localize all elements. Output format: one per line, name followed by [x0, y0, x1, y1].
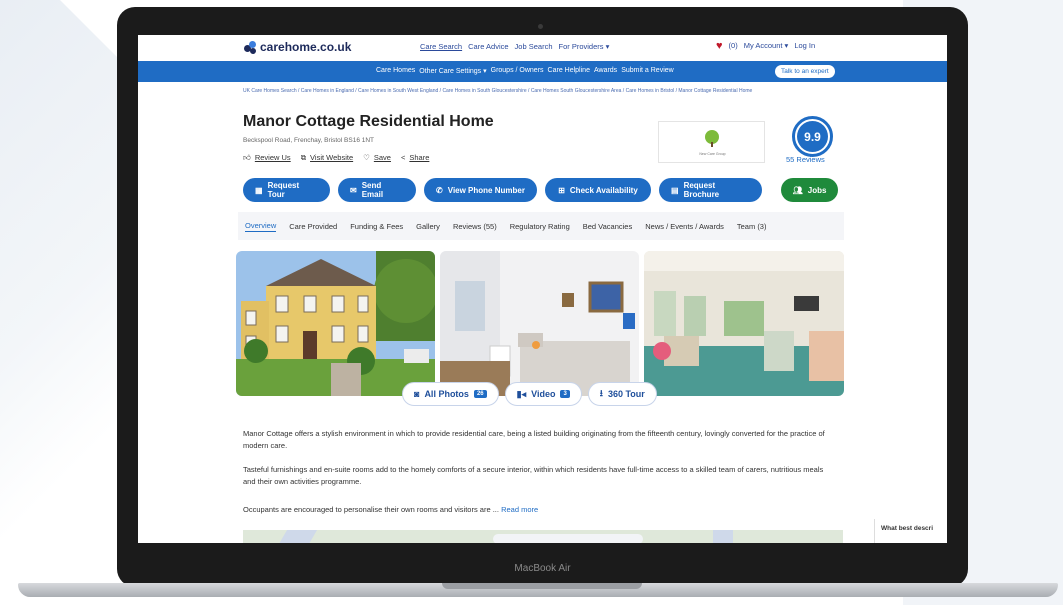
action-buttons: ▦ Request Tour ✉ Send Email ✆ View Phone Nu…	[243, 178, 838, 202]
send-email-button[interactable]: ✉ Send Email	[338, 178, 416, 202]
bedroom-photo[interactable]	[440, 251, 639, 396]
top-nav: Care Search Care Advice Job Search For P…	[420, 42, 609, 51]
video-count: 3	[560, 390, 570, 398]
heart-icon[interactable]: ♥	[716, 40, 723, 51]
heart-outline-icon: ♡	[363, 153, 370, 162]
survey-prompt[interactable]: What best descri	[874, 519, 947, 543]
nav-other-care-settings[interactable]: Other Care Settings ▾	[419, 67, 486, 75]
tab-regulatory-rating[interactable]: Regulatory Rating	[510, 222, 570, 231]
location-map[interactable]	[243, 530, 843, 543]
login-link[interactable]: Log In	[794, 41, 815, 50]
share-icon: <	[400, 153, 406, 162]
check-availability-button[interactable]: ⊞ Check Availability	[545, 178, 651, 202]
tab-overview[interactable]: Overview	[245, 221, 277, 232]
top-right-nav: ♥ (0) My Account ▾ Log In	[716, 40, 815, 51]
site-logo[interactable]: carehome.co.uk	[244, 40, 351, 54]
users-icon: 👥︎	[792, 185, 803, 195]
description-paragraph: Manor Cottage offers a stylish environme…	[243, 429, 825, 450]
all-photos-button[interactable]: ◙ All Photos 26	[402, 382, 499, 406]
laptop-notch	[442, 583, 642, 589]
logo-icon	[244, 40, 257, 54]
email-icon: ✉	[350, 185, 357, 195]
tour-icon: ⭳	[599, 388, 603, 398]
home-actions: 👍︎ Review Us ⧉ Visit Website ♡ Save < Share	[243, 153, 429, 163]
tab-gallery[interactable]: Gallery	[416, 222, 440, 231]
jobs-button[interactable]: 👥︎ Jobs	[781, 178, 838, 202]
tab-bed-vacancies[interactable]: Bed Vacancies	[583, 222, 632, 231]
tab-funding-fees[interactable]: Funding & Fees	[350, 222, 403, 231]
breadcrumb[interactable]: UK Care Homes Search / Care Homes in Eng…	[243, 87, 843, 95]
nav-care-advice[interactable]: Care Advice	[468, 42, 508, 51]
rating-badge: 9.9	[792, 116, 833, 157]
tab-care-provided[interactable]: Care Provided	[289, 222, 337, 231]
profile-tabs: Overview Care Provided Funding & Fees Ga…	[238, 212, 844, 240]
360-tour-button[interactable]: ⭳ 360 Tour	[587, 382, 657, 406]
review-us-action[interactable]: 👍︎ Review Us	[243, 153, 291, 163]
photos-count: 26	[473, 390, 487, 398]
request-brochure-button[interactable]: ▤ Request Brochure	[659, 178, 762, 202]
laptop-label: MacBook Air	[514, 563, 571, 574]
rating-score: 9.9	[797, 121, 828, 152]
exterior-photo[interactable]	[236, 251, 435, 396]
tab-reviews[interactable]: Reviews (55)	[453, 222, 497, 231]
logo-text: carehome.co.uk	[260, 40, 352, 54]
webcam	[538, 24, 543, 29]
media-buttons: ◙ All Photos 26 ▮◂ Video 3 ⭳ 360 Tour	[402, 382, 657, 406]
group-logo-text: New Care Group	[699, 152, 726, 156]
nav-submit-review[interactable]: Submit a Review	[621, 67, 674, 75]
lounge-photo[interactable]	[644, 251, 844, 396]
laptop-screen: carehome.co.uk Care Search Care Advice J…	[138, 35, 947, 543]
site-header: carehome.co.uk Care Search Care Advice J…	[138, 35, 947, 61]
video-button[interactable]: ▮◂ Video 3	[504, 382, 582, 406]
nav-awards[interactable]: Awards	[594, 67, 617, 75]
home-address: Beckspool Road, Frenchay, Bristol BS16 1…	[243, 137, 375, 144]
video-icon: ▮◂	[516, 388, 527, 399]
camera-icon: ◙	[414, 389, 420, 399]
request-tour-button[interactable]: ▦ Request Tour	[243, 178, 330, 202]
nav-groups-owners[interactable]: Groups / Owners	[491, 67, 544, 75]
tab-team[interactable]: Team (3)	[737, 222, 767, 231]
page-title: Manor Cottage Residential Home	[243, 113, 494, 130]
nav-care-search[interactable]: Care Search	[420, 42, 462, 51]
talk-to-expert-button[interactable]: Talk to an expert	[775, 65, 835, 78]
visit-website-action[interactable]: ⧉ Visit Website	[301, 153, 353, 163]
nav-job-search[interactable]: Job Search	[515, 42, 553, 51]
nav-care-homes[interactable]: Care Homes	[376, 67, 415, 75]
save-action[interactable]: ♡ Save	[363, 153, 391, 163]
nav-care-helpline[interactable]: Care Helpline	[548, 67, 590, 75]
thumbs-up-icon: 👍︎	[243, 153, 251, 162]
share-action[interactable]: < Share	[401, 153, 429, 163]
description-paragraph: Occupants are encouraged to personalise …	[243, 505, 539, 514]
my-account-menu[interactable]: My Account ▾	[744, 41, 789, 50]
reviews-count-link[interactable]: 55 Reviews	[786, 155, 825, 164]
external-link-icon: ⧉	[300, 153, 307, 162]
main-nav-bar: Care Homes Other Care Settings ▾ Groups …	[138, 61, 947, 82]
group-logo[interactable]: New Care Group	[658, 121, 765, 163]
main-nav: Care Homes Other Care Settings ▾ Groups …	[376, 67, 674, 75]
brochure-icon: ▤	[671, 185, 679, 195]
read-more-link[interactable]: Read more	[501, 505, 538, 514]
photo-gallery	[236, 251, 844, 396]
tab-news-events-awards[interactable]: News / Events / Awards	[645, 222, 724, 231]
calendar-icon: ▦	[255, 185, 263, 195]
bed-icon: ⊞	[558, 185, 565, 195]
view-phone-number-button[interactable]: ✆ View Phone Number	[424, 178, 537, 202]
description-paragraph: Tasteful furnishings and en-suite rooms …	[243, 465, 824, 486]
saved-count[interactable]: (0)	[729, 41, 738, 50]
phone-icon: ✆	[436, 185, 443, 195]
nav-for-providers[interactable]: For Providers ▾	[559, 42, 610, 51]
